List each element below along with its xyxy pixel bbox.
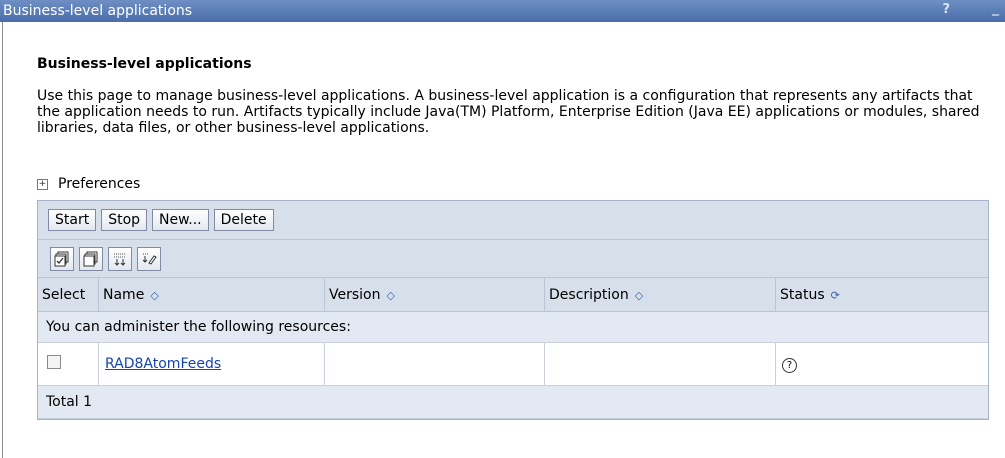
table-row: RAD8AtomFeeds ? (38, 342, 988, 386)
column-select: Select (38, 278, 99, 312)
resource-note-row: You can administer the following resourc… (38, 311, 988, 343)
column-version-label[interactable]: Version (329, 287, 380, 303)
stop-button[interactable]: Stop (101, 209, 148, 231)
row-checkbox[interactable] (47, 355, 61, 369)
select-all-icon[interactable] (50, 246, 74, 271)
start-button[interactable]: Start (48, 209, 97, 231)
unknown-status-icon: ? (782, 357, 797, 373)
deselect-all-icon[interactable] (79, 246, 103, 271)
applications-table: Select Name ◇ Version ◇ Description ◇ Statu… (38, 278, 988, 419)
show-filter-icon[interactable] (108, 246, 132, 271)
preferences-label[interactable]: Preferences (58, 176, 140, 192)
window-title: Business-level applications (3, 3, 193, 19)
icon-toolbar (38, 240, 988, 278)
page-description: Use this page to manage business-level a… (37, 88, 980, 136)
column-version[interactable]: Version ◇ (324, 278, 545, 312)
column-select-label: Select (42, 286, 86, 303)
row-description-cell (544, 342, 776, 386)
total-count: Total 1 (38, 385, 988, 419)
refresh-status-icon[interactable]: ⟳ (831, 289, 840, 302)
row-version-cell (324, 342, 545, 386)
left-border (2, 22, 3, 458)
application-name-link[interactable]: RAD8AtomFeeds (105, 356, 221, 372)
sort-icon[interactable]: ◇ (386, 289, 394, 302)
new-button[interactable]: New... (152, 209, 209, 231)
preferences-toggle[interactable]: + Preferences (37, 176, 140, 192)
delete-button[interactable]: Delete (213, 209, 274, 231)
clear-filter-icon[interactable] (137, 246, 161, 271)
sort-icon[interactable]: ◇ (150, 289, 158, 302)
column-description[interactable]: Description ◇ (544, 278, 776, 312)
help-icon[interactable]: ? (942, 2, 950, 17)
total-row: Total 1 (38, 385, 988, 419)
column-status-label: Status (780, 286, 825, 303)
column-name-label[interactable]: Name (103, 287, 144, 303)
page-heading: Business-level applications (37, 56, 252, 72)
action-toolbar: Start Stop New... Delete (38, 201, 988, 240)
column-status: Status ⟳ (775, 278, 988, 312)
row-name-cell: RAD8AtomFeeds (98, 342, 325, 386)
window-titlebar: Business-level applications ? _ (0, 0, 1005, 22)
resource-note: You can administer the following resourc… (38, 311, 988, 343)
column-name[interactable]: Name ◇ (98, 278, 325, 312)
collection-panel: Start Stop New... Delete Select Name ◇ V… (37, 200, 989, 420)
row-select-cell (38, 342, 99, 386)
minimize-icon[interactable]: _ (992, 0, 999, 16)
sort-icon[interactable]: ◇ (635, 289, 643, 302)
table-header-row: Select Name ◇ Version ◇ Description ◇ Statu… (38, 278, 988, 312)
expand-icon[interactable]: + (37, 178, 48, 190)
row-status-cell: ? (775, 342, 988, 386)
column-description-label[interactable]: Description (549, 287, 629, 303)
